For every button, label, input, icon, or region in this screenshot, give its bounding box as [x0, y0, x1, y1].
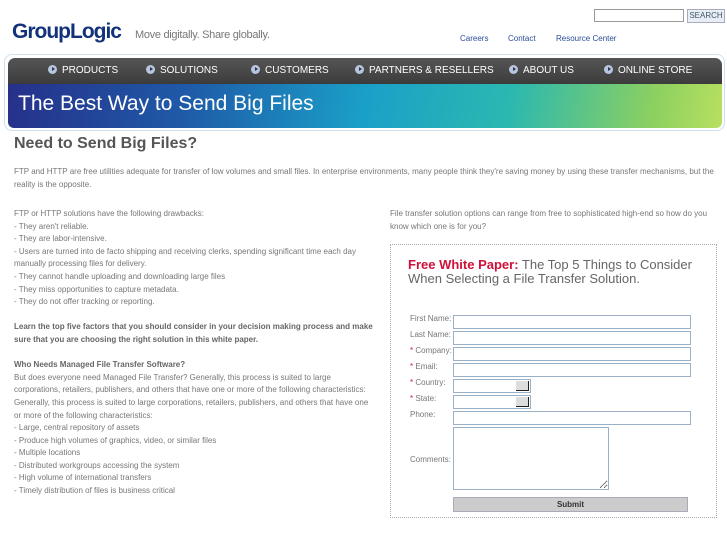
- search-input[interactable]: [594, 9, 684, 22]
- nav-label: PRODUCTS: [62, 65, 119, 76]
- link-careers[interactable]: Careers: [460, 34, 488, 43]
- state-label: * State:: [410, 394, 436, 403]
- nav-customers[interactable]: CUSTOMERS: [251, 58, 329, 84]
- label-text: Email:: [415, 362, 438, 371]
- intro-text: FTP and HTTP are free utilities adequate…: [14, 167, 714, 189]
- country-label: * Country:: [410, 378, 446, 387]
- required-mark: *: [410, 362, 414, 371]
- arrow-bullet-icon: [509, 65, 518, 74]
- comments-textarea[interactable]: [453, 427, 609, 490]
- link-contact[interactable]: Contact: [508, 34, 536, 43]
- comments-label: Comments:: [410, 455, 451, 464]
- label-text: State:: [415, 394, 437, 403]
- list-item: - They miss opportunities to capture met…: [14, 284, 179, 294]
- nav-label: CUSTOMERS: [265, 65, 329, 76]
- nav-online-store[interactable]: ONLINE STORE: [604, 58, 692, 84]
- required-mark: *: [410, 346, 414, 355]
- last-name-label: Last Name:: [410, 330, 451, 339]
- list-item: - Large, central repository of assets: [14, 423, 140, 433]
- state-select[interactable]: [453, 395, 531, 409]
- list-item: - They aren't reliable.: [14, 221, 89, 231]
- tagline: Move digitally. Share globally.: [135, 29, 270, 41]
- form-title-highlight: Free White Paper:: [408, 257, 519, 272]
- arrow-bullet-icon: [48, 65, 57, 74]
- nav-label: ABOUT US: [523, 65, 574, 76]
- phone-input[interactable]: [453, 411, 691, 425]
- right-text: File transfer solution options can range…: [390, 209, 708, 231]
- first-name-input[interactable]: [453, 315, 691, 329]
- dropdown-arrow-icon[interactable]: [516, 397, 529, 407]
- who-paragraph-1: But does everyone need Managed File Tran…: [14, 372, 366, 395]
- form-title: Free White Paper: The Top 5 Things to Co…: [408, 258, 708, 286]
- nav-partners-resellers[interactable]: PARTNERS & RESELLERS: [355, 58, 494, 84]
- submit-button[interactable]: Submit: [453, 497, 688, 512]
- link-resource-center[interactable]: Resource Center: [556, 34, 616, 43]
- phone-label: Phone:: [410, 410, 435, 419]
- banner-title: The Best Way to Send Big Files: [18, 92, 314, 115]
- arrow-bullet-icon: [251, 65, 260, 74]
- label-text: First Name:: [410, 314, 452, 323]
- drawbacks-intro: FTP or HTTP solutions have the following…: [14, 209, 205, 218]
- search-button[interactable]: SEARCH: [687, 9, 725, 23]
- company-input[interactable]: [453, 347, 691, 361]
- label-text: Phone:: [410, 410, 436, 419]
- who-paragraph-2: Generally, this process is suited to lar…: [14, 397, 369, 420]
- left-column: FTP or HTTP solutions have the following…: [14, 208, 374, 498]
- list-item: - They cannot handle uploading and downl…: [14, 271, 226, 281]
- arrow-bullet-icon: [146, 65, 155, 74]
- required-mark: *: [410, 378, 414, 387]
- dropdown-arrow-icon[interactable]: [516, 381, 529, 391]
- list-item: - Distributed workgroups accessing the s…: [14, 460, 180, 470]
- list-item: - They do not offer tracking or reportin…: [14, 297, 155, 307]
- email-label: * Email:: [410, 362, 438, 371]
- list-item: - Users are turned into de facto shippin…: [14, 246, 356, 269]
- page-title: Need to Send Big Files?: [14, 135, 198, 152]
- country-select[interactable]: [453, 379, 531, 393]
- who-heading: Who Needs Managed File Transfer Software…: [14, 360, 186, 370]
- email-input[interactable]: [453, 363, 691, 377]
- label-text: Company:: [415, 346, 452, 355]
- company-label: * Company:: [410, 346, 452, 355]
- list-item: - Timely distribution of files is busine…: [14, 486, 175, 496]
- arrow-bullet-icon: [355, 65, 364, 74]
- main-nav: PRODUCTS SOLUTIONS CUSTOMERS PARTNERS & …: [8, 58, 722, 84]
- list-item: - High volume of international transfers: [14, 473, 152, 483]
- list-item: - Multiple locations: [14, 448, 81, 458]
- logo[interactable]: GroupLogic: [12, 20, 122, 44]
- required-mark: *: [410, 394, 414, 403]
- list-item: - Produce high volumes of graphics, vide…: [14, 435, 217, 445]
- label-text: Country:: [415, 378, 446, 387]
- nav-products[interactable]: PRODUCTS: [48, 58, 118, 84]
- last-name-input[interactable]: [453, 331, 691, 345]
- nav-label: PARTNERS & RESELLERS: [369, 65, 494, 76]
- nav-label: SOLUTIONS: [160, 65, 218, 76]
- nav-solutions[interactable]: SOLUTIONS: [146, 58, 218, 84]
- nav-about-us[interactable]: ABOUT US: [509, 58, 574, 84]
- arrow-bullet-icon: [604, 65, 613, 74]
- learn-text: Learn the top five factors that you shou…: [14, 322, 373, 344]
- label-text: Last Name:: [410, 330, 451, 339]
- list-item: - They are labor-intensive.: [14, 234, 107, 244]
- first-name-label: First Name:: [410, 314, 451, 323]
- nav-label: ONLINE STORE: [618, 65, 693, 76]
